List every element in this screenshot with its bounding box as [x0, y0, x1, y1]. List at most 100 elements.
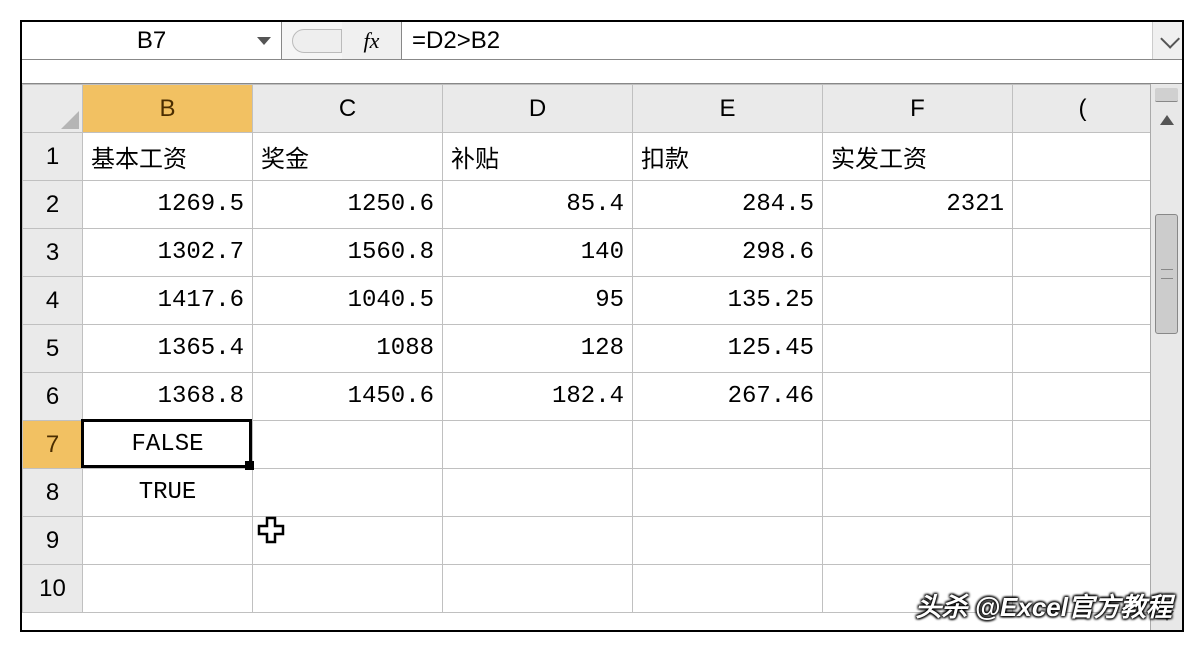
cell-B8[interactable]: TRUE	[83, 469, 253, 517]
select-all-corner[interactable]	[23, 85, 83, 133]
cell-F3[interactable]	[823, 229, 1013, 277]
cell-B3[interactable]: 1302.7	[83, 229, 253, 277]
table-row: 8 TRUE	[23, 469, 1151, 517]
cell-F1[interactable]: 实发工资	[823, 133, 1013, 181]
row-header-3[interactable]: 3	[23, 229, 83, 277]
cell-G5[interactable]	[1013, 325, 1151, 373]
column-header-B[interactable]: B	[83, 85, 253, 133]
cell-F2[interactable]: 2321	[823, 181, 1013, 229]
cell-E4[interactable]: 135.25	[633, 277, 823, 325]
triangle-down-icon	[1160, 611, 1174, 621]
cell-B4[interactable]: 1417.6	[83, 277, 253, 325]
cell-C3[interactable]: 1560.8	[253, 229, 443, 277]
cell-C6[interactable]: 1450.6	[253, 373, 443, 421]
column-header-G[interactable]: (	[1013, 85, 1151, 133]
cell-B9[interactable]	[83, 517, 253, 565]
cell-D1[interactable]: 补贴	[443, 133, 633, 181]
cell-E7[interactable]	[633, 421, 823, 469]
excel-window: B7 fx =D2>B2	[20, 20, 1184, 632]
name-box[interactable]: B7	[22, 22, 282, 59]
cell-B1[interactable]: 基本工资	[83, 133, 253, 181]
cell-E6[interactable]: 267.46	[633, 373, 823, 421]
cell-D6[interactable]: 182.4	[443, 373, 633, 421]
cell-B6[interactable]: 1368.8	[83, 373, 253, 421]
cell-D7[interactable]	[443, 421, 633, 469]
row-header-8[interactable]: 8	[23, 469, 83, 517]
row-header-5[interactable]: 5	[23, 325, 83, 373]
cell-C9[interactable]	[253, 517, 443, 565]
cell-F5[interactable]	[823, 325, 1013, 373]
vertical-scrollbar[interactable]	[1150, 84, 1182, 630]
cancel-enter-area[interactable]	[292, 29, 342, 53]
cell-E1[interactable]: 扣款	[633, 133, 823, 181]
column-header-C[interactable]: C	[253, 85, 443, 133]
insert-function-button[interactable]: fx	[342, 22, 402, 59]
cell-F8[interactable]	[823, 469, 1013, 517]
cell-C1[interactable]: 奖金	[253, 133, 443, 181]
cell-D3[interactable]: 140	[443, 229, 633, 277]
cell-F10[interactable]	[823, 565, 1013, 613]
cell-F7[interactable]	[823, 421, 1013, 469]
table-row: 4 1417.6 1040.5 95 135.25	[23, 277, 1151, 325]
cell-D4[interactable]: 95	[443, 277, 633, 325]
cell-D2[interactable]: 85.4	[443, 181, 633, 229]
scroll-up-button[interactable]	[1151, 106, 1182, 134]
scroll-thumb[interactable]	[1155, 214, 1178, 334]
table-row: 3 1302.7 1560.8 140 298.6	[23, 229, 1151, 277]
grid-body[interactable]: B C D E F ( 1 基本工资 奖金 补贴 扣款 实发工资	[22, 84, 1150, 630]
name-box-dropdown-icon[interactable]	[257, 37, 271, 45]
formula-input[interactable]: =D2>B2	[402, 22, 1152, 59]
row-header-1[interactable]: 1	[23, 133, 83, 181]
cell-G10[interactable]	[1013, 565, 1151, 613]
cell-G1[interactable]	[1013, 133, 1151, 181]
cell-D5[interactable]: 128	[443, 325, 633, 373]
cell-B7[interactable]: FALSE	[83, 421, 253, 469]
cell-E10[interactable]	[633, 565, 823, 613]
cell-D9[interactable]	[443, 517, 633, 565]
cell-G8[interactable]	[1013, 469, 1151, 517]
formula-bar-buttons	[282, 22, 342, 59]
row-header-10[interactable]: 10	[23, 565, 83, 613]
cell-D8[interactable]	[443, 469, 633, 517]
scroll-down-button[interactable]	[1151, 602, 1182, 630]
cell-E9[interactable]	[633, 517, 823, 565]
cell-E2[interactable]: 284.5	[633, 181, 823, 229]
cell-G3[interactable]	[1013, 229, 1151, 277]
cell-D10[interactable]	[443, 565, 633, 613]
table-row: 2 1269.5 1250.6 85.4 284.5 2321	[23, 181, 1151, 229]
cell-C5[interactable]: 1088	[253, 325, 443, 373]
cell-G6[interactable]	[1013, 373, 1151, 421]
row-header-2[interactable]: 2	[23, 181, 83, 229]
cell-C7[interactable]	[253, 421, 443, 469]
table-row: 1 基本工资 奖金 补贴 扣款 实发工资	[23, 133, 1151, 181]
cell-F9[interactable]	[823, 517, 1013, 565]
cell-B10[interactable]	[83, 565, 253, 613]
cell-G7[interactable]	[1013, 421, 1151, 469]
column-header-D[interactable]: D	[443, 85, 633, 133]
column-header-E[interactable]: E	[633, 85, 823, 133]
cell-G4[interactable]	[1013, 277, 1151, 325]
row-header-7[interactable]: 7	[23, 421, 83, 469]
cell-E8[interactable]	[633, 469, 823, 517]
cell-E3[interactable]: 298.6	[633, 229, 823, 277]
column-header-F[interactable]: F	[823, 85, 1013, 133]
cell-C10[interactable]	[253, 565, 443, 613]
row-header-4[interactable]: 4	[23, 277, 83, 325]
scroll-track[interactable]	[1151, 134, 1182, 602]
cell-C4[interactable]: 1040.5	[253, 277, 443, 325]
expand-formula-bar-button[interactable]	[1152, 22, 1182, 59]
row-header-9[interactable]: 9	[23, 517, 83, 565]
cells-table: B C D E F ( 1 基本工资 奖金 补贴 扣款 实发工资	[22, 84, 1150, 613]
cell-B2[interactable]: 1269.5	[83, 181, 253, 229]
cell-C8[interactable]	[253, 469, 443, 517]
cell-G2[interactable]	[1013, 181, 1151, 229]
cell-G9[interactable]	[1013, 517, 1151, 565]
cell-C2[interactable]: 1250.6	[253, 181, 443, 229]
chevron-down-icon	[1160, 28, 1180, 48]
cell-E5[interactable]: 125.45	[633, 325, 823, 373]
cell-B5[interactable]: 1365.4	[83, 325, 253, 373]
split-handle[interactable]	[1155, 88, 1178, 102]
cell-F6[interactable]	[823, 373, 1013, 421]
row-header-6[interactable]: 6	[23, 373, 83, 421]
cell-F4[interactable]	[823, 277, 1013, 325]
